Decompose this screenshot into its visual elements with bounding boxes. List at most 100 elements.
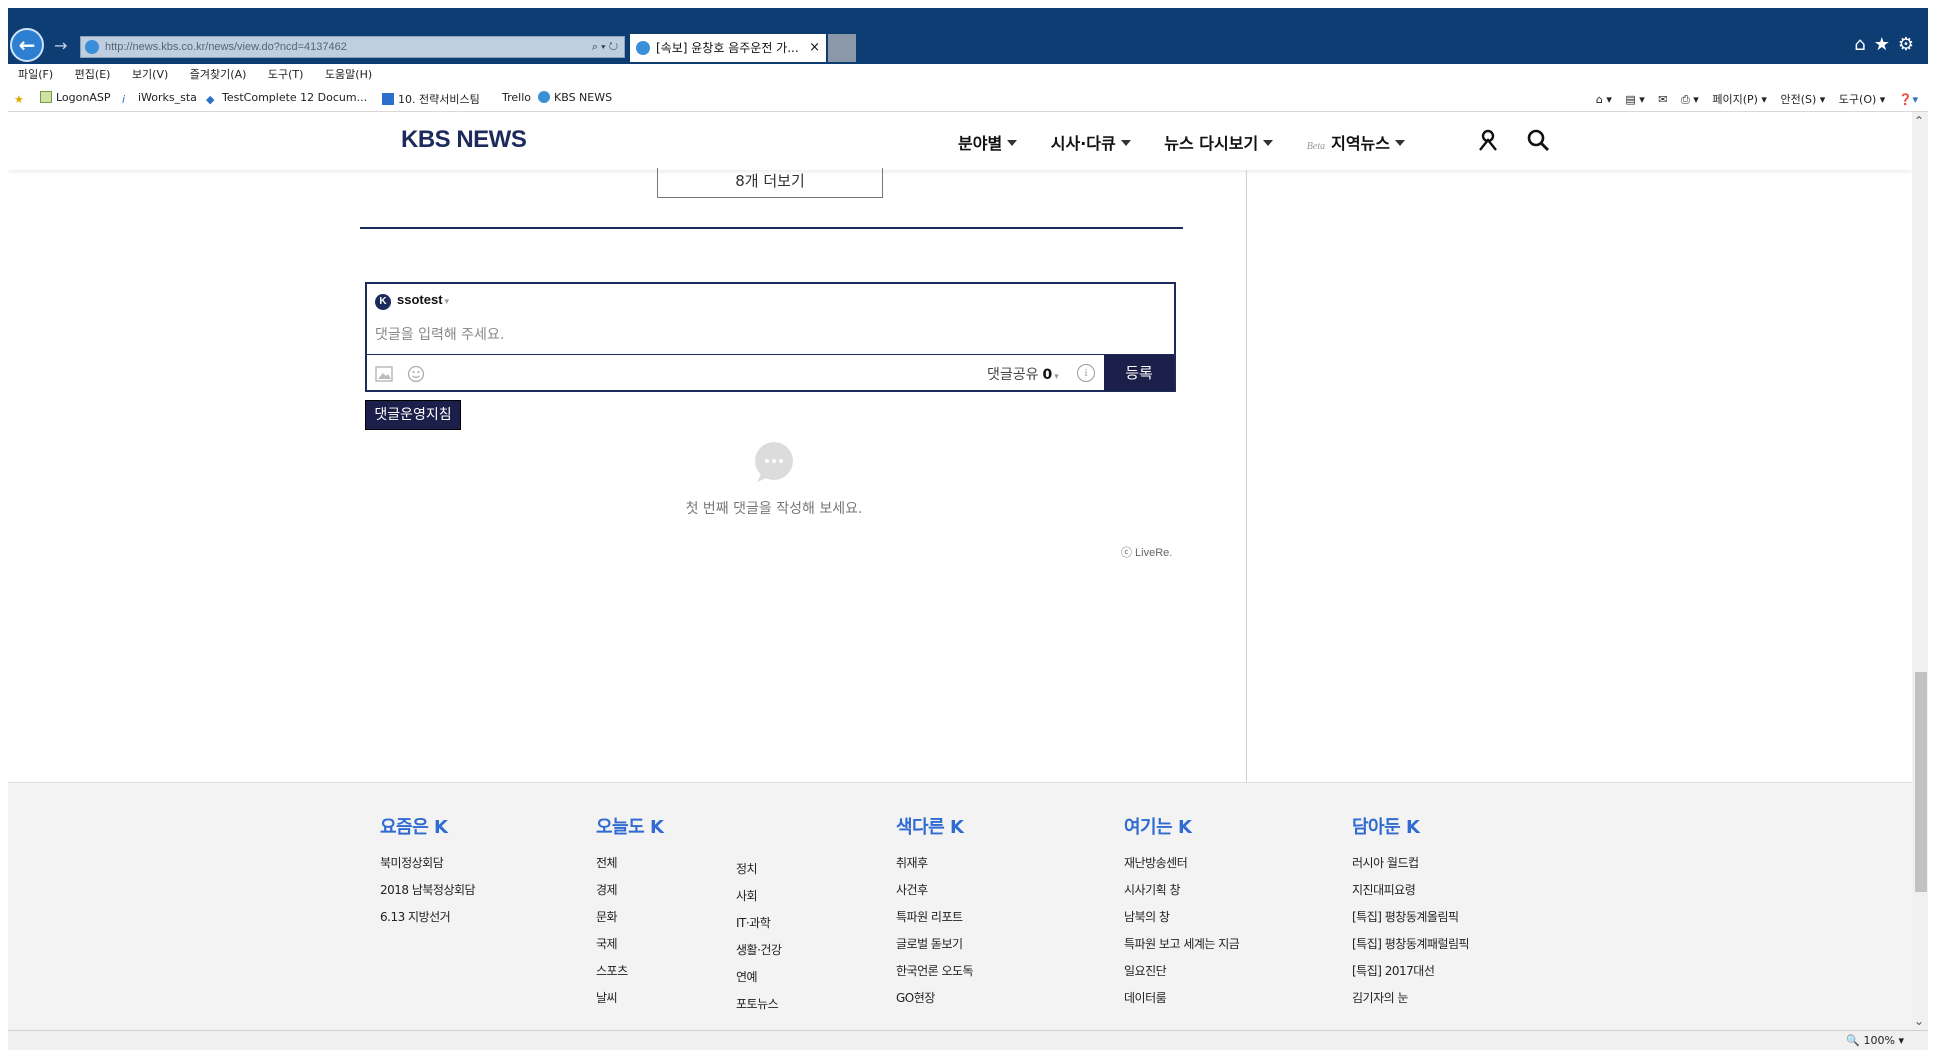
kbs-news-logo[interactable]: KBS NEWS — [401, 126, 527, 154]
dropdown-icon: ▾ — [1054, 372, 1059, 382]
footer-col-title: 요즘은 K — [380, 817, 448, 838]
footer-link[interactable]: 전체 — [596, 853, 663, 880]
share-count: 0 — [1042, 367, 1053, 383]
search-refresh-icon[interactable]: ⌕ ▾ ↻ — [592, 37, 618, 57]
nav-local-news[interactable]: Beta 지역뉴스 — [1307, 130, 1405, 154]
footer-link[interactable]: 6.13 지방선거 — [380, 907, 475, 934]
user-icon[interactable] — [1476, 128, 1500, 152]
image-upload-icon[interactable] — [375, 365, 393, 383]
help-icon[interactable]: ❓▾ — [1899, 93, 1918, 106]
cmd-safety[interactable]: 안전(S) ▾ — [1780, 93, 1825, 106]
comment-share[interactable]: 댓글공유 0 ▾ — [987, 364, 1059, 384]
footer-link[interactable]: 북미정상회담 — [380, 853, 475, 880]
footer-link[interactable]: IT·과학 — [736, 913, 781, 940]
footer-link[interactable]: [특집] 평창동계패럴림픽 — [1352, 934, 1470, 961]
fav-trello-team[interactable]: 10. 전략서비스팀 — [382, 91, 480, 107]
mail-icon[interactable]: ✉ — [1658, 93, 1667, 106]
nav-current-affairs[interactable]: 시사·다큐 — [1051, 130, 1131, 154]
caret-down-icon — [1120, 140, 1131, 146]
address-bar[interactable]: http://news.kbs.co.kr/news/view.do?ncd=4… — [80, 36, 625, 58]
footer-link[interactable]: 남북의 창 — [1124, 907, 1239, 934]
fav-testcomplete[interactable]: ◆ TestComplete 12 Docum... — [206, 91, 367, 106]
favorites-star-icon[interactable]: ★ — [14, 91, 30, 106]
footer-link[interactable]: 취재후 — [896, 853, 973, 880]
footer-link[interactable]: 한국언론 오도독 — [896, 961, 974, 988]
scroll-up-icon[interactable]: ⌃ — [1914, 114, 1924, 128]
register-button[interactable]: 등록 — [1104, 355, 1174, 391]
info-icon[interactable]: i — [1077, 364, 1095, 382]
menu-view[interactable]: 보기(V) — [132, 64, 168, 86]
footer-link[interactable]: 특파원 보고 세계는 지금 — [1124, 934, 1240, 961]
footer-link[interactable]: 사건후 — [896, 880, 973, 907]
menu-file[interactable]: 파일(F) — [18, 64, 53, 86]
footer-col-title: 색다른 K — [896, 817, 964, 838]
scrollbar-thumb[interactable] — [1915, 672, 1927, 892]
footer-col-here: 여기는 K 재난방송센터 시사기획 창 남북의 창 특파원 보고 세계는 지금 … — [1124, 813, 1240, 1015]
footer-link[interactable]: 사회 — [736, 886, 781, 913]
nav-news-replay[interactable]: 뉴스 다시보기 — [1164, 130, 1274, 154]
tab-close-icon[interactable]: × — [809, 34, 820, 62]
comment-user[interactable]: Kssotest ▾ — [375, 292, 449, 310]
footer-link[interactable]: 재난방송센터 — [1124, 853, 1239, 880]
home-icon[interactable]: ⌂ ▾ — [1596, 93, 1612, 106]
footer-link[interactable]: 러시아 월드컵 — [1352, 853, 1469, 880]
fav-kbs-news[interactable]: KBS NEWS — [538, 91, 612, 104]
cmd-page[interactable]: 페이지(P) ▾ — [1712, 93, 1767, 106]
footer-link[interactable]: 연예 — [736, 967, 781, 994]
footer-link[interactable]: 문화 — [596, 907, 663, 934]
menu-favorites[interactable]: 즐겨찾기(A) — [190, 64, 247, 86]
footer-subcolumn: 정치 사회 IT·과학 생활·건강 연예 포토뉴스 — [736, 859, 782, 1021]
new-tab-button[interactable] — [828, 34, 856, 62]
sidebar-divider — [1246, 170, 1247, 782]
footer-col-title: 담아둔 K — [1352, 817, 1420, 838]
footer-link[interactable]: 특파원 리포트 — [896, 907, 973, 934]
footer-link[interactable]: GO현장 — [896, 988, 973, 1015]
footer-link[interactable]: 날씨 — [596, 988, 663, 1015]
site-globe-icon — [85, 40, 99, 54]
footer-link[interactable]: 국제 — [596, 934, 663, 961]
site-header: KBS NEWS 분야별 시사·다큐 뉴스 다시보기 Beta 지역뉴스 — [8, 112, 1912, 170]
search-icon[interactable] — [1526, 128, 1550, 152]
cmd-tools[interactable]: 도구(O) ▾ — [1839, 93, 1886, 106]
forward-arrow-icon[interactable]: → — [54, 36, 67, 55]
footer-link[interactable]: 2018 남북정상회담 — [380, 880, 476, 907]
fav-iworks[interactable]: i iWorks_sta — [122, 91, 197, 106]
footer-link[interactable]: 경제 — [596, 880, 663, 907]
vertical-scrollbar[interactable]: ⌃ ⌄ — [1912, 112, 1928, 1030]
favorites-bar: ★ LogonASP i iWorks_sta ◆ TestComplete 12 … — [8, 86, 1928, 112]
footer-link[interactable]: 데이터룸 — [1124, 988, 1239, 1015]
empty-comments-message: 첫 번째 댓글을 작성해 보세요. — [685, 501, 863, 517]
home-star-gear-icon[interactable]: ⌂★⚙ — [1854, 34, 1922, 55]
print-icon[interactable]: ⎙ ▾ — [1681, 93, 1699, 106]
zoom-level[interactable]: 🔍 100% ▾ — [1846, 1034, 1904, 1047]
main-nav: 분야별 시사·다큐 뉴스 다시보기 Beta 지역뉴스 — [958, 130, 1433, 154]
caret-down-icon — [1007, 140, 1018, 146]
more-button[interactable]: 8개 더보기 — [657, 168, 883, 198]
caret-down-icon — [1394, 140, 1405, 146]
footer-link[interactable]: 생활·건강 — [736, 940, 782, 967]
comment-input[interactable]: 댓글을 입력해 주세요. — [375, 324, 504, 344]
footer-link[interactable]: 글로벌 돋보기 — [896, 934, 973, 961]
footer-link[interactable]: 스포츠 — [596, 961, 663, 988]
footer-link[interactable]: 포토뉴스 — [736, 994, 781, 1021]
comment-policy-button[interactable]: 댓글운영지침 — [365, 400, 461, 430]
fav-logonasp[interactable]: LogonASP — [40, 91, 111, 104]
back-arrow-icon[interactable]: ← — [10, 28, 44, 62]
menu-tools[interactable]: 도구(T) — [268, 64, 304, 86]
nav-category[interactable]: 분야별 — [958, 130, 1018, 154]
browser-tab-active[interactable]: [속보] 윤창호 음주운전 가... × — [630, 34, 826, 62]
footer-link[interactable]: [특집] 평창동계올림픽 — [1352, 907, 1469, 934]
emoji-icon[interactable] — [407, 365, 425, 383]
fav-trello[interactable]: Trello — [502, 91, 531, 104]
feeds-icon[interactable]: ▤ ▾ — [1625, 93, 1644, 106]
menu-help[interactable]: 도움말(H) — [325, 64, 372, 86]
scroll-down-icon[interactable]: ⌄ — [1914, 1014, 1924, 1028]
footer-link[interactable]: 김기자의 눈 — [1352, 988, 1469, 1015]
footer-link[interactable]: 지진대피요령 — [1352, 880, 1469, 907]
livere-credit[interactable]: ⓒ LiveRe. — [1121, 544, 1172, 560]
menu-edit[interactable]: 편집(E) — [75, 64, 111, 86]
footer-link[interactable]: 시사기획 창 — [1124, 880, 1239, 907]
footer-link[interactable]: 정치 — [736, 859, 781, 886]
footer-link[interactable]: [특집] 2017대선 — [1352, 961, 1469, 988]
footer-link[interactable]: 일요진단 — [1124, 961, 1239, 988]
